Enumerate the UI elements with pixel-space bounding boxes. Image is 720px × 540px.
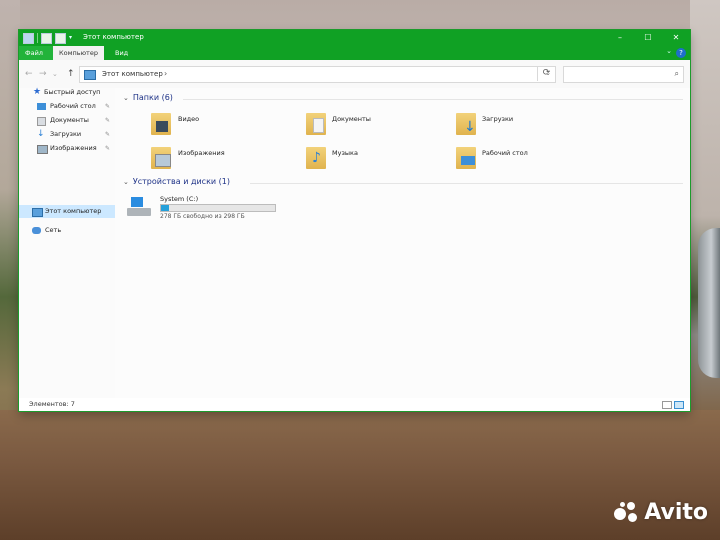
avito-logo-icon [614,502,640,524]
address-text: Этот компьютер [102,70,163,78]
back-button[interactable]: ← [25,69,33,79]
watermark-text: Avito [644,500,708,525]
customize-toolbar-icon[interactable]: ▾ [69,33,75,42]
drive-usage-fill [161,205,169,211]
folder-label: Загрузки [482,115,514,123]
address-bar[interactable]: Этот компьютер › ⌄ [79,66,556,83]
sidebar-item-label: Быстрый доступ [44,88,101,96]
details-view-icon[interactable] [662,401,672,409]
avito-watermark: Avito [614,500,708,525]
chevron-down-icon: ⌄ [123,178,129,186]
this-pc-icon [32,208,43,217]
recent-locations-button[interactable]: ⌄ [52,70,58,78]
folder-label: Видео [178,115,200,123]
tiles-view-icon[interactable] [674,401,684,409]
ribbon-tabs: Файл Компьютер Вид ⌄ ? [19,46,690,60]
sidebar-item-label: Изображения [50,144,97,152]
folders-group-header[interactable]: ⌄ Папки (6) [123,93,173,102]
window-controls: – ☐ ✕ [606,30,690,46]
background-car [698,228,720,378]
folder-label: Рабочий стол [482,149,528,157]
drive-name: System (C:) [160,195,199,203]
sidebar-item-label: Этот компьютер [45,207,102,215]
documents-folder-icon [306,113,326,135]
expand-ribbon-icon[interactable]: ⌄ [666,47,672,55]
pin-icon[interactable]: ✎ [105,142,110,155]
toolbar-divider [37,33,38,43]
quick-access-toolbar: ▾ [23,33,75,44]
chevron-down-icon: ⌄ [123,94,129,102]
breadcrumb-chevron-icon[interactable]: › [164,69,167,78]
file-explorer-window: ▾ Этот компьютер – ☐ ✕ Файл Компьютер Ви… [19,30,690,411]
tab-computer[interactable]: Компьютер [53,46,104,60]
pictures-folder-icon [151,147,171,169]
content-pane: ⌄Папки (6) Видео Документы ↓ Загрузки И [115,88,690,398]
this-pc-icon [23,33,34,44]
group-title: Папки (6) [132,93,173,102]
sidebar-item-downloads[interactable]: ↓ Загрузки ✎ [19,128,115,141]
up-button[interactable]: ↑ [67,69,75,79]
downloads-folder-icon: ↓ [456,113,476,135]
sidebar-item-pictures[interactable]: Изображения ✎ [19,142,115,155]
folder-label: Документы [332,115,371,123]
sidebar-item-documents[interactable]: Документы ✎ [19,114,115,127]
sidebar-item-label: Сеть [45,226,62,234]
pin-icon[interactable]: ✎ [105,128,110,141]
group-divider [183,99,683,100]
this-pc-icon [84,70,96,80]
drive-free-space: 278 ГБ свободно из 298 ГБ [160,213,245,220]
forward-button[interactable]: → [39,69,47,79]
devices-group-header[interactable]: ⌄ Устройства и диски (1) [123,177,230,186]
refresh-button[interactable]: ⟳ [537,66,555,81]
pin-icon[interactable]: ✎ [105,114,110,127]
sidebar-item-label: Рабочий стол [50,102,96,110]
group-divider [250,183,683,184]
tab-view[interactable]: Вид [109,46,134,60]
maximize-button[interactable]: ☐ [634,30,662,46]
folder-label: Музыка [332,149,358,157]
music-folder-icon: ♪ [306,147,326,169]
documents-icon [37,117,46,126]
window-title: Этот компьютер [83,33,144,41]
search-input[interactable]: ⌕ [563,66,684,83]
sidebar-item-label: Документы [50,116,89,124]
view-switcher [662,401,684,409]
network-icon [32,227,41,234]
navigation-bar: ← → ⌄ ↑ Этот компьютер › ⌄ ⟳ ⌕ [19,60,690,88]
properties-icon[interactable] [41,33,52,44]
sidebar-item-quick-access[interactable]: ★ Быстрый доступ [19,86,115,99]
star-icon: ★ [33,87,42,97]
new-folder-icon[interactable] [55,33,66,44]
pictures-icon [37,145,48,154]
minimize-button[interactable]: – [606,30,634,46]
folder-label: Изображения [178,149,225,157]
search-icon: ⌕ [674,69,679,78]
videos-folder-icon [151,113,171,135]
sidebar-item-desktop[interactable]: Рабочий стол ✎ [19,100,115,113]
navigation-pane: ★ Быстрый доступ Рабочий стол ✎ Документ… [19,86,115,398]
drive-usage-bar [160,204,276,212]
title-bar[interactable]: ▾ Этот компьютер – ☐ ✕ [19,30,690,46]
desktop-folder-icon [456,147,476,169]
sidebar-item-this-pc[interactable]: Этот компьютер [19,205,115,218]
item-count: Элементов: 7 [29,400,75,408]
pin-icon[interactable]: ✎ [105,100,110,113]
desktop-icon [37,103,46,110]
sidebar-item-label: Загрузки [50,130,82,138]
close-button[interactable]: ✕ [662,30,690,46]
status-bar: Элементов: 7 [19,398,690,411]
tab-file[interactable]: Файл [19,46,53,60]
group-title: Устройства и диски (1) [132,177,230,186]
background-road [0,410,720,540]
sidebar-item-network[interactable]: Сеть [19,224,115,237]
downloads-icon: ↓ [37,129,45,139]
help-icon[interactable]: ? [676,48,686,58]
hard-drive-icon [127,197,151,217]
